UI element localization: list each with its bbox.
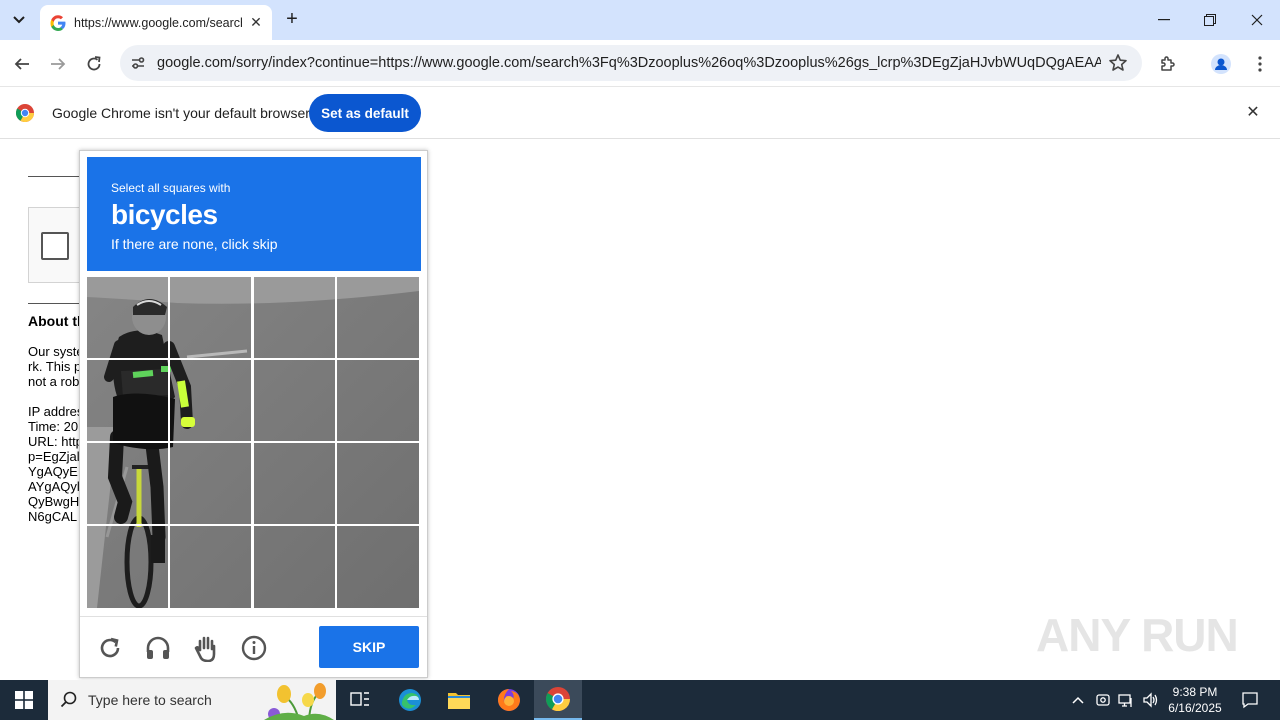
windows-taskbar: Type here to search 9:38 PM 6/16/2025: [0, 680, 1280, 720]
challenge-image-grid: [87, 277, 419, 608]
start-windows-icon[interactable]: [0, 680, 48, 720]
set-as-default-button[interactable]: Set as default: [309, 94, 421, 132]
google-favicon-icon: [50, 14, 66, 31]
page-text-line: not a rob: [28, 374, 80, 389]
close-window-icon[interactable]: [1234, 6, 1280, 34]
skip-button[interactable]: SKIP: [319, 626, 419, 668]
task-view-icon[interactable]: [336, 680, 384, 720]
instruction-top: Select all squares with: [111, 181, 231, 195]
taskbar-clock[interactable]: 9:38 PM 6/16/2025: [1160, 684, 1230, 716]
page-text-line: URL: http: [28, 434, 83, 449]
audio-challenge-headphones-icon[interactable]: [144, 634, 172, 662]
grid-tile[interactable]: [170, 360, 253, 443]
notification-center-icon[interactable]: [1226, 680, 1274, 720]
reload-challenge-icon[interactable]: [96, 634, 124, 662]
grid-tile[interactable]: [336, 525, 419, 608]
clock-time: 9:38 PM: [1172, 685, 1218, 699]
back-arrow-icon[interactable]: [8, 50, 36, 78]
default-browser-infobar: Google Chrome isn't your default browser…: [0, 88, 1280, 139]
about-heading: About th: [28, 313, 86, 329]
forward-arrow-icon[interactable]: [44, 50, 72, 78]
firefox-icon[interactable]: [485, 680, 533, 720]
file-explorer-folder-icon[interactable]: [435, 680, 483, 720]
page-text-line: N6gCAL: [28, 509, 78, 524]
tab-active[interactable]: https://www.google.com/search ✕: [40, 5, 272, 40]
url-text[interactable]: google.com/sorry/index?continue=https://…: [157, 55, 1101, 71]
extensions-puzzle-icon[interactable]: [1154, 50, 1182, 78]
search-icon: [60, 691, 77, 708]
instruction-target: bicycles: [111, 199, 218, 230]
tab-close-icon[interactable]: ✕: [248, 14, 264, 30]
search-placeholder: Type here to search: [88, 692, 212, 708]
chrome-taskbar-icon[interactable]: [534, 680, 582, 720]
divider: [28, 176, 80, 177]
grid-tile[interactable]: [253, 360, 336, 443]
divider: [28, 303, 80, 304]
browser-toolbar: google.com/sorry/index?continue=https://…: [0, 40, 1280, 87]
grid-tile[interactable]: [336, 277, 419, 360]
grid-tile[interactable]: [336, 443, 419, 526]
tray-chevron-up-icon[interactable]: [1070, 692, 1086, 708]
challenge-footer: SKIP: [80, 616, 427, 678]
grid-tile[interactable]: [170, 277, 253, 360]
new-tab-plus-icon[interactable]: +: [280, 8, 304, 32]
page-text-line: QyBwgH: [28, 494, 80, 509]
page-text-line: IP addres: [28, 404, 84, 419]
tile-grid: [87, 277, 419, 608]
taskbar-search-box[interactable]: Type here to search: [48, 680, 336, 720]
grid-tile[interactable]: [170, 525, 253, 608]
page-text-line: p=EgZjal: [28, 449, 80, 464]
grid-tile[interactable]: [336, 360, 419, 443]
page-text-line: YgAQyE: [28, 464, 78, 479]
page-text-line: Time: 20: [28, 419, 79, 434]
grid-tile[interactable]: [87, 277, 170, 360]
clock-date: 6/16/2025: [1168, 701, 1222, 715]
recaptcha-checkbox[interactable]: [41, 232, 69, 260]
grid-tile[interactable]: [87, 525, 170, 608]
volume-speaker-icon[interactable]: [1142, 692, 1158, 708]
anyrun-watermark: ANY RUN: [1036, 609, 1239, 661]
tab-strip: https://www.google.com/search ✕ +: [0, 0, 1280, 40]
search-highlight-flowers-icon: [264, 683, 334, 720]
meet-now-icon[interactable]: [1095, 692, 1111, 708]
recaptcha-challenge-popup: Select all squares with bicycles If ther…: [79, 150, 428, 678]
restore-icon[interactable]: [1187, 6, 1233, 34]
grid-tile[interactable]: [253, 525, 336, 608]
bookmark-star-icon[interactable]: [1108, 53, 1128, 73]
network-icon[interactable]: [1118, 692, 1134, 708]
infobar-close-icon[interactable]: ✕: [1244, 104, 1262, 122]
instruction-bottom: If there are none, click skip: [111, 236, 278, 252]
page-text-line: AYgAQyl: [28, 479, 80, 494]
grid-tile[interactable]: [253, 277, 336, 360]
hand-icon[interactable]: [192, 634, 220, 662]
reload-icon[interactable]: [80, 50, 108, 78]
grid-tile[interactable]: [170, 443, 253, 526]
tab-title: https://www.google.com/search: [74, 15, 242, 30]
profile-avatar-icon[interactable]: [1207, 50, 1235, 78]
site-info-tune-icon[interactable]: [128, 53, 148, 73]
edge-browser-icon[interactable]: [386, 680, 434, 720]
address-bar[interactable]: google.com/sorry/index?continue=https://…: [120, 45, 1142, 81]
grid-tile[interactable]: [253, 443, 336, 526]
page-text-line: rk. This p: [28, 359, 82, 374]
chrome-logo-icon: [16, 104, 34, 122]
chrome-menu-kebab-icon[interactable]: [1246, 50, 1274, 78]
infobar-message: Google Chrome isn't your default browser: [52, 105, 310, 121]
info-icon[interactable]: [240, 634, 268, 662]
grid-tile[interactable]: [87, 360, 170, 443]
tab-search-chevron-icon[interactable]: [6, 8, 32, 32]
challenge-prompt: Select all squares with bicycles If ther…: [87, 157, 421, 271]
grid-tile[interactable]: [87, 443, 170, 526]
page-text-line: Our syste: [28, 344, 84, 359]
minimize-icon[interactable]: [1141, 6, 1187, 34]
